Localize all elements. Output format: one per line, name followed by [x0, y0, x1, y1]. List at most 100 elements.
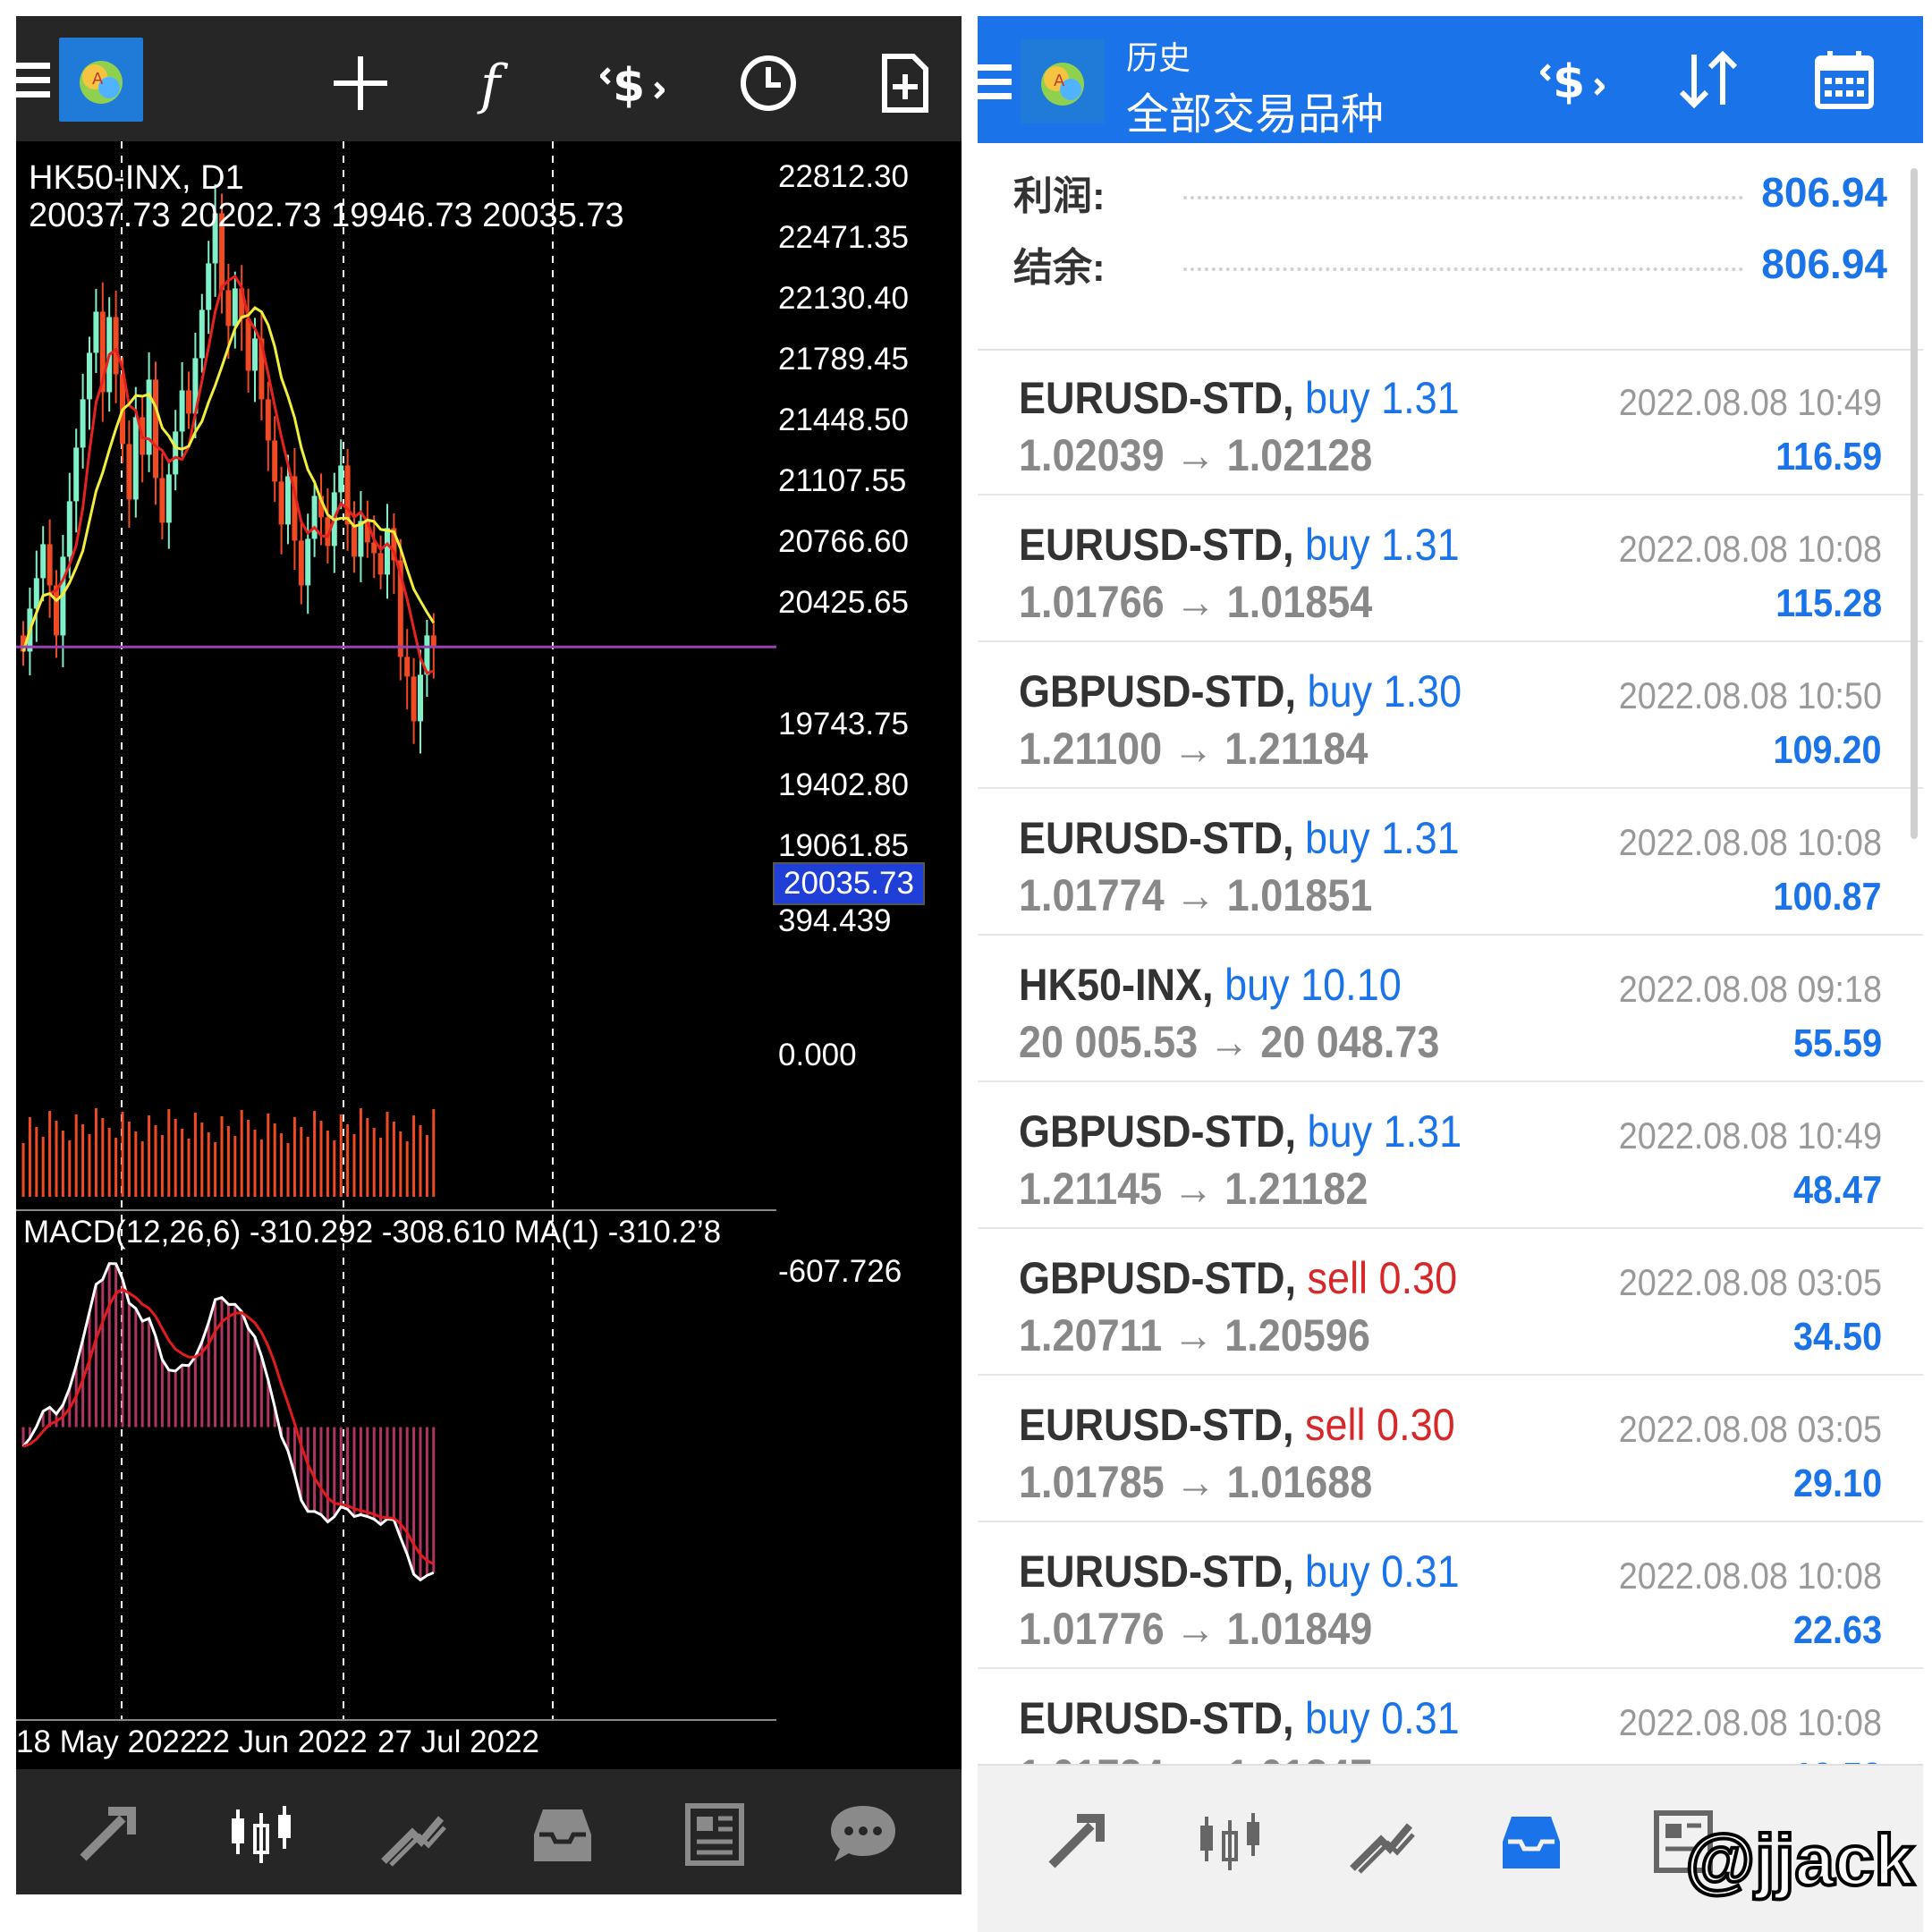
trade-time: 2022.08.08 03:05: [1618, 1261, 1882, 1303]
candle-body: [132, 417, 139, 500]
trade-time: 2022.08.08 10:08: [1618, 1701, 1882, 1743]
volume-bar: [134, 1131, 138, 1197]
profit-value: 806.94: [1761, 169, 1887, 216]
trade-side: buy 1.31: [1307, 1106, 1462, 1157]
price-axis-label: 22130.40: [778, 281, 909, 316]
trade-dollar-icon[interactable]: $: [1532, 39, 1613, 120]
candle-body: [206, 263, 212, 310]
chart-canvas[interactable]: [16, 141, 962, 1769]
menu-icon[interactable]: [16, 63, 50, 102]
volume-bar: [366, 1118, 369, 1197]
crosshair-icon[interactable]: [320, 43, 401, 123]
volume-bar: [386, 1112, 389, 1197]
trade-row[interactable]: GBPUSD-STD, buy 1.30 1.21100 → 1.21184 202…: [978, 642, 1923, 789]
menu-icon[interactable]: [978, 64, 1012, 104]
chat-icon[interactable]: [823, 1794, 903, 1875]
candle-body: [352, 524, 357, 557]
trade-row[interactable]: GBPUSD-STD, buy 1.31 1.21145 → 1.21182 202…: [978, 1082, 1923, 1229]
sort-icon[interactable]: [1668, 39, 1749, 120]
quotes-arrows-icon[interactable]: [1040, 1801, 1121, 1882]
volume-bar: [28, 1117, 31, 1197]
price-axis-label: 20766.60: [778, 524, 909, 559]
function-icon[interactable]: f: [456, 43, 537, 123]
chart-symbol: HK50-INX, D1: [29, 159, 244, 197]
trade-symbol: EURUSD-STD, sell 0.30: [1019, 1399, 1455, 1451]
candle-body: [278, 481, 284, 525]
candle-body: [87, 352, 92, 400]
balance-value: 806.94: [1761, 241, 1887, 287]
volume-bar: [253, 1130, 257, 1197]
candle-body: [146, 379, 152, 455]
trade-profit: 109.20: [1773, 728, 1882, 772]
volume-bar: [399, 1131, 402, 1197]
trade-history-list[interactable]: EURUSD-STD, buy 1.31 1.02039 → 1.02128 202…: [978, 349, 1923, 1780]
chart-toolbar: A f $: [16, 16, 962, 141]
profit-row: 利润: 806.94: [1013, 161, 1887, 224]
trade-symbol: EURUSD-STD, buy 1.31: [1019, 812, 1460, 864]
quotes-arrows-icon[interactable]: [72, 1794, 152, 1875]
trade-prices: 1.01766 → 1.01854: [1019, 577, 1373, 627]
candle-body: [430, 635, 436, 648]
date-axis-label: 18 May 2022: [16, 1724, 198, 1759]
profit-label: 利润:: [1013, 174, 1106, 218]
history-inbox-icon[interactable]: [1491, 1801, 1572, 1882]
trade-icon[interactable]: [372, 1794, 453, 1875]
candle-body: [165, 474, 172, 523]
candle-body: [186, 390, 191, 414]
trade-row[interactable]: GBPUSD-STD, sell 0.30 1.20711 → 1.20596 20…: [978, 1229, 1923, 1376]
candle-body: [33, 578, 39, 609]
volume-bar: [21, 1143, 25, 1197]
trade-prices: 1.21100 → 1.21184: [1019, 724, 1368, 774]
trade-row[interactable]: EURUSD-STD, buy 1.31 1.02039 → 1.02128 202…: [978, 349, 1923, 496]
candle-body: [385, 528, 390, 575]
symbol-filter[interactable]: 全部交易品种: [1126, 79, 1384, 141]
candle-body: [245, 318, 251, 371]
trade-profit: 48.47: [1792, 1168, 1882, 1212]
clock-icon[interactable]: [728, 43, 809, 123]
trade-row[interactable]: EURUSD-STD, buy 1.31 1.01774 → 1.01851 202…: [978, 789, 1923, 936]
trade-prices: 1.20711 → 1.20596: [1019, 1310, 1370, 1360]
trade-row[interactable]: EURUSD-STD, buy 1.31 1.01766 → 1.01854 202…: [978, 496, 1923, 642]
history-inbox-icon[interactable]: [522, 1794, 603, 1875]
candle-body: [358, 521, 364, 557]
volume-bar: [326, 1131, 329, 1197]
symbol-name: EURUSD-STD,: [1019, 813, 1294, 863]
chart-candles-icon[interactable]: [1191, 1801, 1271, 1882]
news-icon[interactable]: [673, 1794, 753, 1875]
volume-bar: [233, 1136, 237, 1197]
volume-bar: [339, 1114, 343, 1197]
volume-bar: [121, 1112, 124, 1197]
trade-side: buy 1.31: [1305, 373, 1460, 423]
trade-symbol: EURUSD-STD, buy 1.31: [1019, 372, 1460, 424]
trade-side: buy 10.10: [1224, 960, 1402, 1010]
trade-symbol: EURUSD-STD, buy 0.31: [1019, 1692, 1460, 1744]
account-summary: 利润: 806.94 结余: 806.94: [978, 143, 1923, 351]
trade-row[interactable]: HK50-INX, buy 10.10 20 005.53 → 20 048.73…: [978, 936, 1923, 1082]
trade-dollar-icon[interactable]: $: [592, 43, 673, 123]
candle-body: [54, 585, 59, 636]
volume-bar: [419, 1125, 422, 1197]
trade-profit: 22.63: [1792, 1608, 1882, 1652]
volume-bar: [372, 1128, 376, 1197]
date-axis-label: 22 Jun 2022: [195, 1724, 368, 1759]
volume-bar: [240, 1110, 243, 1197]
trade-row[interactable]: EURUSD-STD, buy 0.31 1.01776 → 1.01849 202…: [978, 1522, 1923, 1669]
add-file-icon[interactable]: [864, 43, 945, 123]
candle-body: [411, 676, 417, 722]
candle-body: [338, 465, 344, 493]
scrollbar[interactable]: [1911, 168, 1918, 839]
macd-axis-label: 394.439: [778, 903, 892, 938]
trade-icon[interactable]: [1341, 1801, 1421, 1882]
price-chart[interactable]: HK50-INX, D1 20037.73 20202.73 19946.73 …: [16, 141, 962, 1769]
volume-bar: [273, 1123, 276, 1197]
price-axis-label: 21107.55: [778, 463, 907, 498]
chart-panel: A f $ HK50-INX, D1 20037.73 20202.73 199…: [16, 16, 962, 1894]
trade-row[interactable]: EURUSD-STD, sell 0.30 1.01785 → 1.01688 20…: [978, 1376, 1923, 1522]
trade-prices: 1.01776 → 1.01849: [1019, 1604, 1373, 1654]
volume-bar: [292, 1117, 296, 1197]
price-axis-label: 19743.75: [778, 707, 909, 741]
chart-ohlc: 20037.73 20202.73 19946.73 20035.73: [29, 197, 624, 234]
volume-bar: [432, 1109, 436, 1197]
chart-candles-icon[interactable]: [222, 1794, 302, 1875]
calendar-icon[interactable]: [1804, 39, 1885, 120]
